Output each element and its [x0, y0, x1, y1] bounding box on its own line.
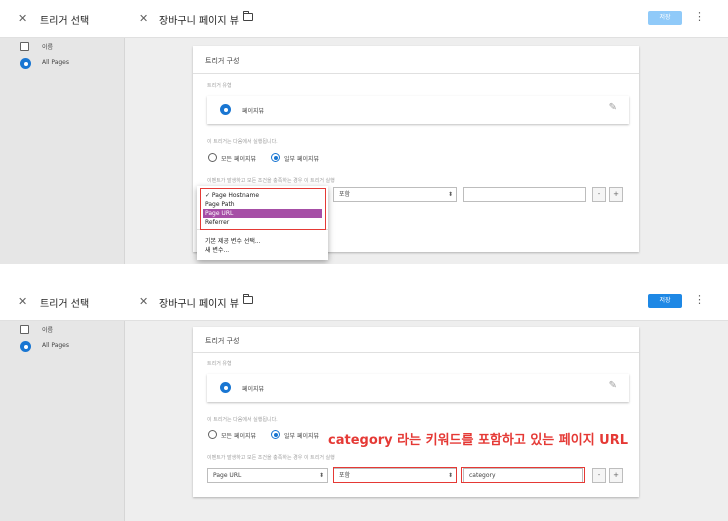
sidebar-title: 트리거 선택 — [40, 16, 90, 27]
trigger-type-selector[interactable]: 페이지뷰 ✎ — [207, 96, 629, 124]
edit-pencil-icon[interactable]: ✎ — [609, 380, 617, 391]
card-title: 트리거 구성 — [205, 337, 240, 345]
trigger-name[interactable]: 장바구니 페이지 뷰 — [159, 12, 239, 27]
sidebar-title: 트리거 선택 — [40, 299, 90, 310]
radio-some-label: 일부 페이지뷰 — [284, 156, 320, 163]
close-icon[interactable]: ✕ — [18, 12, 27, 25]
eye-icon — [220, 382, 231, 393]
edit-pencil-icon[interactable]: ✎ — [609, 102, 617, 113]
menu-item-builtin-variables[interactable]: 기본 제공 변수 선택... — [203, 237, 322, 246]
sidebar-item-all-pages[interactable]: All Pages — [0, 338, 125, 356]
trigger-type-value: 페이지뷰 — [242, 386, 265, 393]
close-icon[interactable]: ✕ — [139, 12, 148, 25]
select-caret-icon: ⬍ — [318, 472, 324, 479]
more-vert-icon[interactable]: ⋮ — [694, 10, 705, 23]
save-button[interactable]: 저장 — [648, 11, 682, 25]
trigger-name[interactable]: 장바구니 페이지 뷰 — [159, 295, 239, 310]
add-condition-button[interactable]: + — [609, 468, 623, 483]
select-caret-icon: ⬍ — [447, 191, 453, 198]
sidebar-header: ✕ 트리거 선택 — [0, 283, 125, 321]
variable-value: Page URL — [213, 472, 242, 479]
trigger-type-label: 트리거 유형 — [207, 83, 232, 89]
variable-select[interactable]: Page URL ⬍ — [207, 468, 328, 483]
eye-icon — [20, 58, 31, 69]
sidebar-item-all-pages[interactable]: All Pages — [0, 55, 125, 73]
divider — [193, 352, 639, 353]
add-condition-button[interactable]: + — [609, 187, 623, 202]
checkbox-icon[interactable] — [20, 325, 29, 334]
radio-all-pageviews[interactable] — [208, 153, 217, 162]
more-vert-icon[interactable]: ⋮ — [694, 293, 705, 306]
sidebar-item-label: 이름 — [42, 44, 54, 51]
trigger-type-value: 페이지뷰 — [242, 108, 265, 115]
close-icon[interactable]: ✕ — [18, 295, 27, 308]
condition-label: 이벤트가 발생하고 모든 조건을 충족하는 경우 이 트리거 실행 — [207, 178, 335, 184]
radio-all-label: 모든 페이지뷰 — [221, 433, 257, 440]
sidebar-item-name[interactable]: 이름 — [0, 321, 125, 339]
radio-some-pageviews[interactable] — [271, 430, 280, 439]
editor-header: ✕ 장바구니 페이지 뷰 저장 ⋮ — [125, 283, 728, 321]
radio-some-pageviews[interactable] — [271, 153, 280, 162]
radio-some-label: 일부 페이지뷰 — [284, 433, 320, 440]
highlight-box — [333, 467, 457, 483]
sidebar-item-label: 이름 — [42, 327, 54, 334]
fires-on-label: 이 트리거는 다음에서 실행됩니다. — [207, 139, 278, 145]
operator-value: 포함 — [339, 191, 351, 198]
sidebar-item-label: All Pages — [42, 59, 69, 66]
sidebar-item-name[interactable]: 이름 — [0, 38, 125, 56]
fires-on-label: 이 트리거는 다음에서 실행됩니다. — [207, 417, 278, 423]
operator-select[interactable]: 포함 ⬍ — [333, 187, 457, 202]
trigger-sidebar: 이름 All Pages — [0, 38, 125, 264]
editor-header: ✕ 장바구니 페이지 뷰 저장 ⋮ — [125, 0, 728, 38]
card-title: 트리거 구성 — [205, 57, 240, 65]
highlight-box — [461, 467, 585, 483]
remove-condition-button[interactable]: - — [592, 187, 606, 202]
sidebar-item-label: All Pages — [42, 342, 69, 349]
sidebar-header: ✕ 트리거 선택 — [0, 0, 125, 38]
checkbox-icon[interactable] — [20, 42, 29, 51]
highlight-box — [200, 188, 326, 230]
divider — [193, 73, 639, 74]
annotation-text: category 라는 키워드를 포함하고 있는 페이지 URL — [328, 433, 629, 448]
radio-all-pageviews[interactable] — [208, 430, 217, 439]
menu-item-new-variable[interactable]: 새 변수... — [203, 246, 322, 255]
eye-icon — [20, 341, 31, 352]
trigger-editor-configured: ✕ 트리거 선택 ✕ 장바구니 페이지 뷰 저장 ⋮ 이름 All Pages … — [0, 283, 728, 521]
save-button[interactable]: 저장 — [648, 294, 682, 308]
trigger-type-label: 트리거 유형 — [207, 361, 232, 367]
trigger-editor-dropdown-open: ✕ 트리거 선택 ✕ 장바구니 페이지 뷰 저장 ⋮ 이름 All Pages … — [0, 0, 728, 264]
radio-all-label: 모든 페이지뷰 — [221, 156, 257, 163]
folder-icon[interactable] — [243, 294, 253, 304]
value-input[interactable] — [463, 187, 586, 202]
close-icon[interactable]: ✕ — [139, 295, 148, 308]
trigger-sidebar: 이름 All Pages — [0, 321, 125, 521]
condition-label: 이벤트가 발생하고 모든 조건을 충족하는 경우 이 트리거 실행 — [207, 455, 335, 461]
eye-icon — [220, 104, 231, 115]
folder-icon[interactable] — [243, 11, 253, 21]
trigger-type-selector[interactable]: 페이지뷰 ✎ — [207, 374, 629, 402]
remove-condition-button[interactable]: - — [592, 468, 606, 483]
